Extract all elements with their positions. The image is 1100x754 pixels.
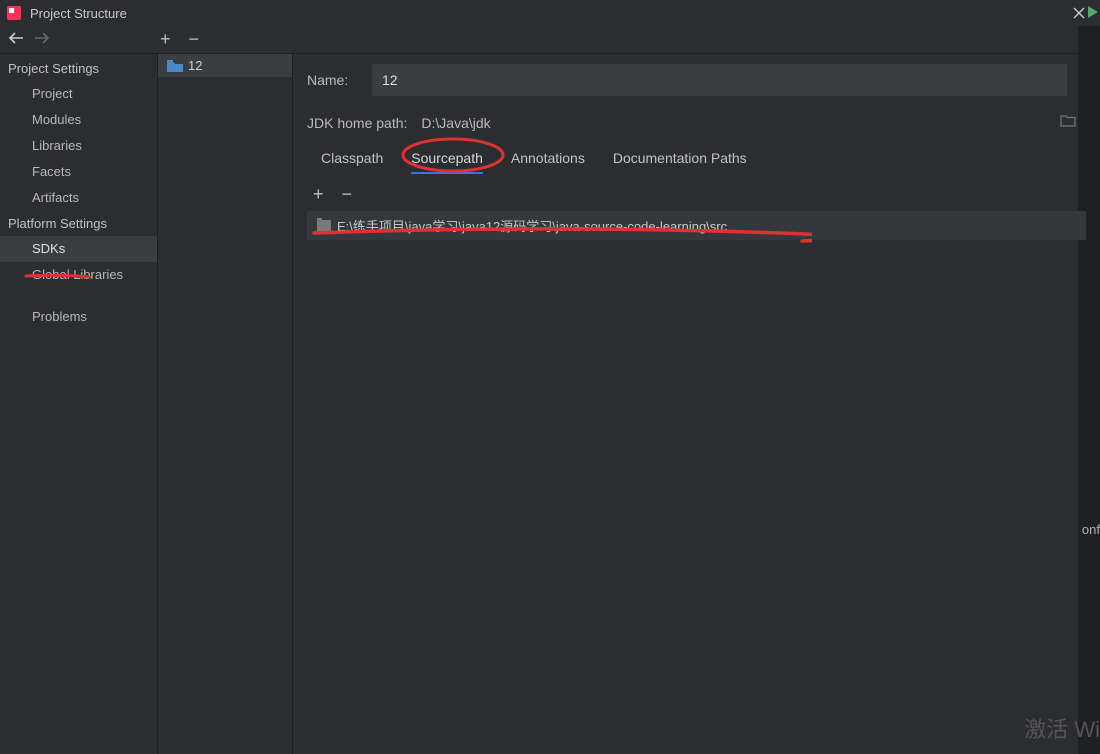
add-path-button[interactable]: + (313, 184, 324, 205)
tab-annotations[interactable]: Annotations (511, 150, 585, 174)
name-label: Name: (307, 72, 362, 88)
source-path-text: E:\练手项目\java学习\java12源码学习\java-source-co… (337, 216, 727, 235)
folder-icon (166, 59, 182, 72)
sdk-list-panel: 12 (158, 54, 293, 754)
app-icon (6, 5, 22, 21)
browse-folder-icon[interactable] (1060, 114, 1076, 132)
back-arrow-icon[interactable] (8, 31, 24, 49)
side-partial-text: onf (1082, 522, 1100, 537)
tabs-row: Classpath Sourcepath Annotations Documen… (307, 150, 1086, 174)
sidebar-item-global-libraries[interactable]: Global Libraries (0, 262, 157, 288)
right-panel: Name: JDK home path: D:\Java\jdk Classpa… (293, 54, 1100, 754)
source-path-list: E:\练手项目\java学习\java12源码学习\java-source-co… (307, 211, 1086, 240)
mid-add-button[interactable]: + (160, 29, 171, 50)
sidebar-item-project[interactable]: Project (0, 81, 157, 107)
name-input[interactable] (372, 64, 1067, 96)
sidebar-item-modules[interactable]: Modules (0, 107, 157, 133)
platform-settings-header: Platform Settings (0, 211, 157, 236)
mid-remove-button[interactable]: − (189, 29, 200, 50)
jdk-home-value: D:\Java\jdk (421, 115, 490, 131)
sidebar-item-sdks[interactable]: SDKs (0, 236, 157, 262)
forward-arrow-icon[interactable] (34, 31, 50, 49)
jdk-home-label: JDK home path: (307, 115, 407, 131)
remove-path-button[interactable]: − (342, 184, 353, 205)
source-path-item[interactable]: E:\练手项目\java学习\java12源码学习\java-source-co… (307, 211, 1086, 240)
sidebar-item-artifacts[interactable]: Artifacts (0, 185, 157, 211)
watermark: 激活 Wi (1024, 712, 1100, 744)
sidebar-item-problems[interactable]: Problems (0, 304, 157, 330)
tab-documentation-paths[interactable]: Documentation Paths (613, 150, 747, 174)
left-panel: Project Settings Project Modules Librari… (0, 54, 158, 754)
tab-classpath[interactable]: Classpath (321, 150, 383, 174)
window-title: Project Structure (30, 6, 127, 21)
sdk-name-label: 12 (188, 58, 202, 73)
nav-row: + − (0, 26, 1100, 54)
run-icon[interactable] (1086, 4, 1100, 20)
titlebar: Project Structure (0, 0, 1100, 26)
tab-sourcepath[interactable]: Sourcepath (411, 150, 483, 174)
sidebar-item-facets[interactable]: Facets (0, 159, 157, 185)
folder-icon (317, 220, 331, 232)
project-settings-header: Project Settings (0, 56, 157, 81)
sidebar-item-libraries[interactable]: Libraries (0, 133, 157, 159)
sdk-list-item[interactable]: 12 (158, 54, 292, 77)
